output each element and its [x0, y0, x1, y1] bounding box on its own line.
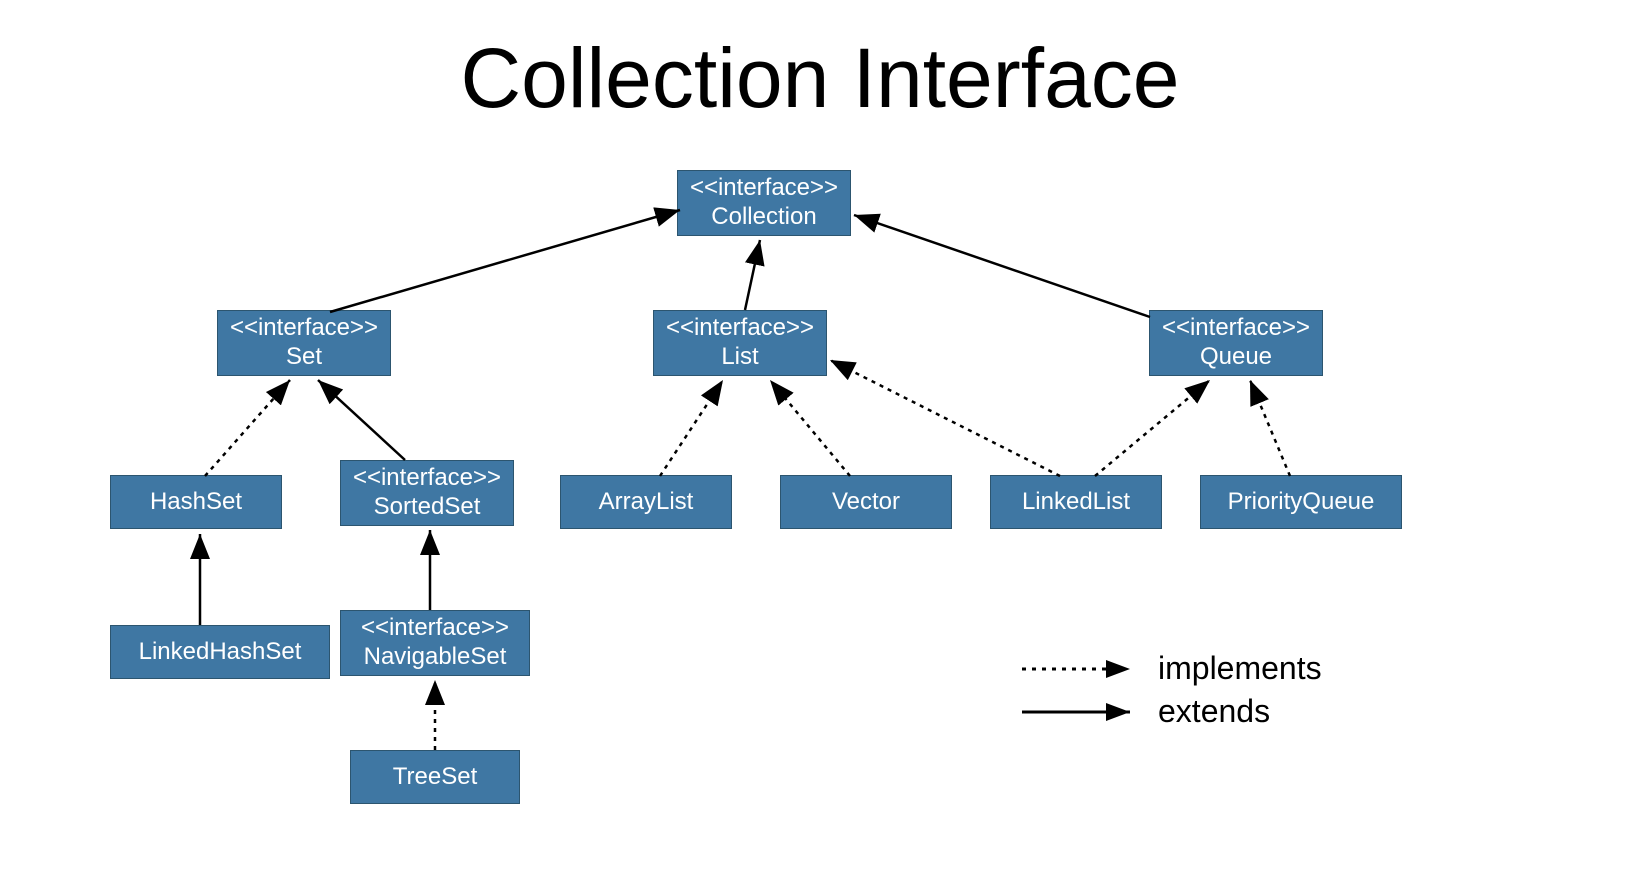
node-label: SortedSet	[341, 493, 513, 522]
stereotype-label: <<interface>>	[218, 314, 390, 343]
legend: implements extends	[1020, 650, 1322, 736]
node-label: Queue	[1150, 343, 1322, 372]
legend-label: implements	[1158, 650, 1322, 687]
stereotype-label: <<interface>>	[1150, 314, 1322, 343]
node-hashset: HashSet	[110, 475, 282, 529]
node-queue: <<interface>> Queue	[1149, 310, 1323, 376]
node-treeset: TreeSet	[350, 750, 520, 804]
node-label: PriorityQueue	[1201, 488, 1401, 517]
node-label: Collection	[678, 203, 850, 232]
node-label: HashSet	[111, 488, 281, 517]
node-linkedlist: LinkedList	[990, 475, 1162, 529]
node-priorityqueue: PriorityQueue	[1200, 475, 1402, 529]
stereotype-label: <<interface>>	[678, 174, 850, 203]
diagram-edges	[0, 0, 1640, 888]
node-label: List	[654, 343, 826, 372]
stereotype-label: <<interface>>	[341, 614, 529, 643]
node-label: Vector	[781, 488, 951, 517]
node-label: LinkedHashSet	[111, 638, 329, 667]
node-collection: <<interface>> Collection	[677, 170, 851, 236]
node-arraylist: ArrayList	[560, 475, 732, 529]
legend-row-implements: implements	[1020, 650, 1322, 687]
node-label: NavigableSet	[341, 643, 529, 672]
stereotype-label: <<interface>>	[654, 314, 826, 343]
arrow-dotted-icon	[1020, 659, 1140, 679]
node-label: TreeSet	[351, 763, 519, 792]
diagram-title: Collection Interface	[0, 30, 1640, 127]
legend-label: extends	[1158, 693, 1270, 730]
node-navigableset: <<interface>> NavigableSet	[340, 610, 530, 676]
arrow-solid-icon	[1020, 702, 1140, 722]
node-linkedhashset: LinkedHashSet	[110, 625, 330, 679]
node-label: ArrayList	[561, 488, 731, 517]
node-list: <<interface>> List	[653, 310, 827, 376]
node-sortedset: <<interface>> SortedSet	[340, 460, 514, 526]
node-label: Set	[218, 343, 390, 372]
node-vector: Vector	[780, 475, 952, 529]
node-label: LinkedList	[991, 488, 1161, 517]
stereotype-label: <<interface>>	[341, 464, 513, 493]
legend-row-extends: extends	[1020, 693, 1322, 730]
node-set: <<interface>> Set	[217, 310, 391, 376]
